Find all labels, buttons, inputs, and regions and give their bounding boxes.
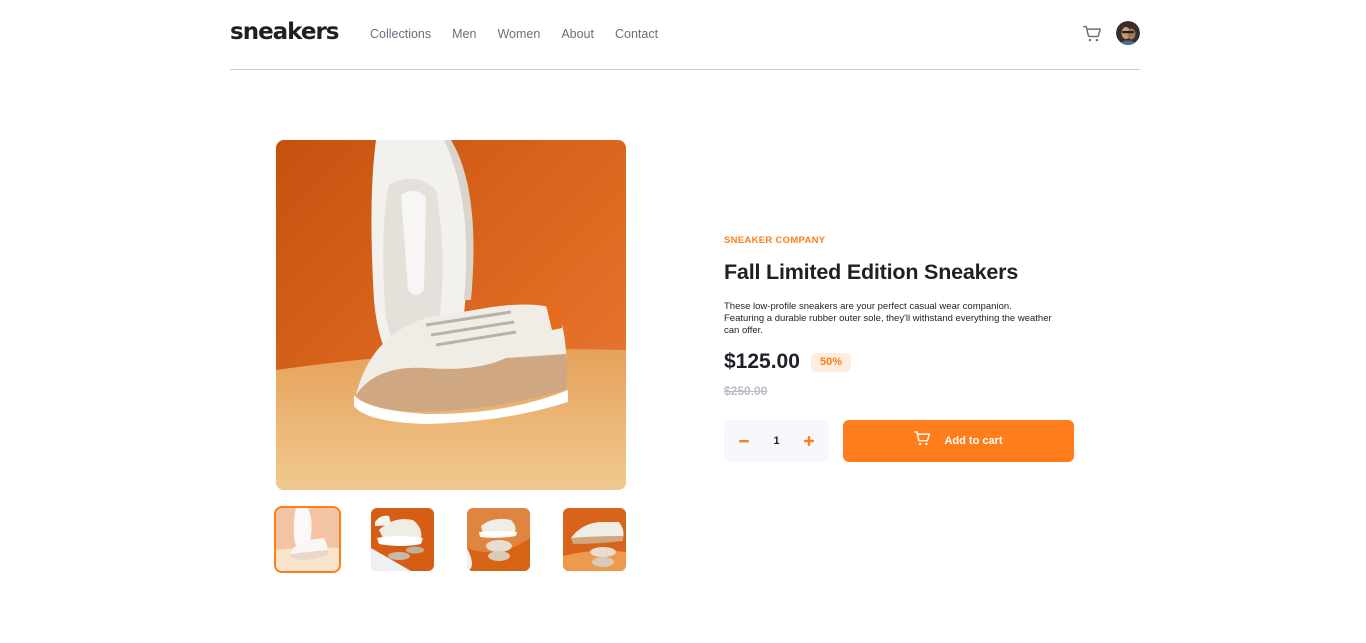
site-header: sneakers Collections Men Women About Con… [230,0,1140,70]
cart-icon[interactable] [1083,25,1101,43]
original-price: $250.00 [724,384,768,398]
nav-contact[interactable]: Contact [615,27,658,41]
quantity-stepper: 1 [724,420,829,462]
minus-icon[interactable] [724,420,764,462]
product-title: Fall Limited Edition Sneakers [724,260,1019,284]
thumbnail-2[interactable] [371,508,434,571]
plus-icon[interactable] [789,420,829,462]
user-avatar[interactable] [1116,21,1140,45]
product-description: These low-profile sneakers are your perf… [724,301,1052,336]
thumbnail-3[interactable] [467,508,530,571]
current-price: $125.00 [724,350,800,373]
brand-logo[interactable]: sneakers [230,19,339,45]
discount-badge: 50% [811,353,851,372]
company-name: SNEAKER COMPANY [724,235,826,246]
nav-men[interactable]: Men [452,27,476,41]
quantity-value: 1 [773,435,780,447]
nav-collections[interactable]: Collections [370,27,431,41]
add-to-cart-label: Add to cart [944,435,1003,447]
thumbnail-1[interactable] [274,506,341,573]
thumbnail-4[interactable] [563,508,626,571]
cart-icon [914,431,931,451]
nav-women[interactable]: Women [497,27,540,41]
add-to-cart-button[interactable]: Add to cart [843,420,1074,462]
main-nav: Collections Men Women About Contact [370,27,679,41]
nav-about[interactable]: About [561,27,594,41]
product-main-image[interactable] [276,140,626,490]
